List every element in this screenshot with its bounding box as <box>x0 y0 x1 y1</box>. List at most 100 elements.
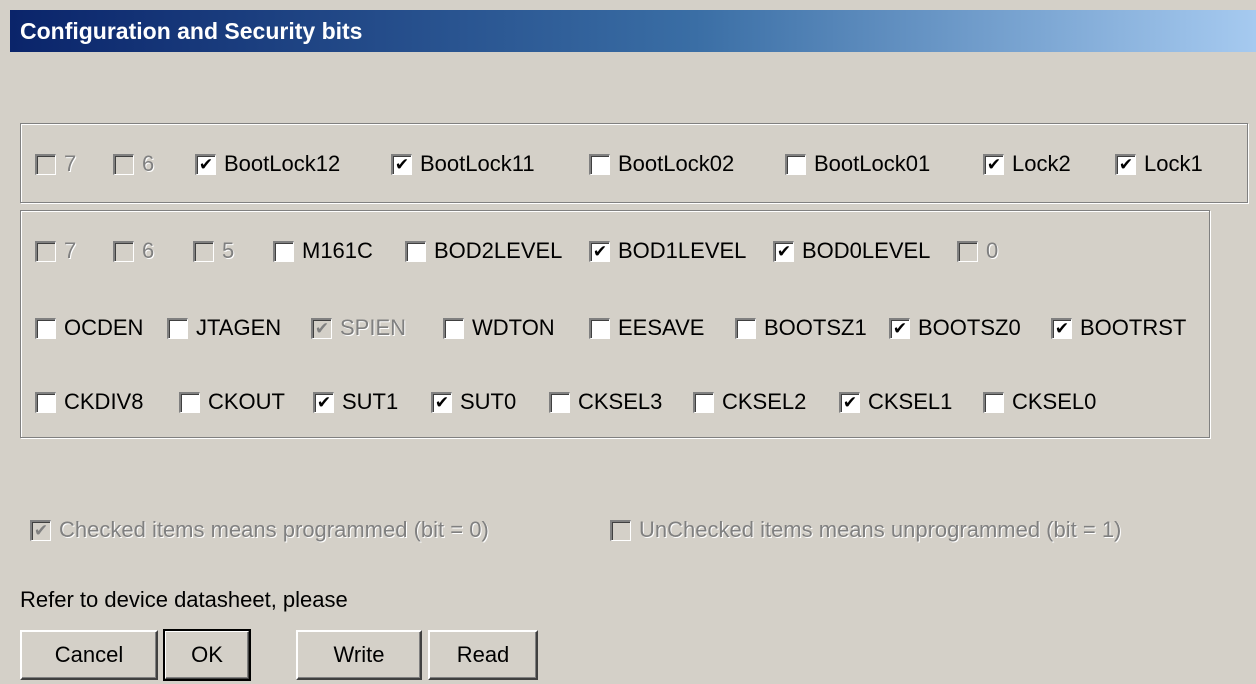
ok-button[interactable]: OK <box>163 629 251 681</box>
checkbox-label: SUT1 <box>342 389 399 414</box>
fuse-bootrst[interactable]: ✔ BOOTRST <box>1051 315 1186 341</box>
checkbox[interactable] <box>589 317 610 339</box>
checkbox-label: OCDEN <box>64 315 144 340</box>
checkbox <box>113 153 134 175</box>
fuse-row-high: OCDEN JTAGEN ✔ SPIEN WDTON EESAVE BOOTSZ… <box>21 312 1209 344</box>
fuse-spien: ✔ SPIEN <box>311 315 406 341</box>
checkbox: ✔ <box>30 519 51 541</box>
checkbox-label: BOD2LEVEL <box>434 238 563 263</box>
fuse-ckout[interactable]: CKOUT <box>179 389 285 415</box>
checkbox-label: 6 <box>142 238 155 263</box>
fuse-ocden[interactable]: OCDEN <box>35 315 143 341</box>
write-button[interactable]: Write <box>296 630 422 680</box>
checkbox-label: JTAGEN <box>196 315 282 340</box>
checkbox-label: Lock2 <box>1012 151 1071 176</box>
checkbox[interactable]: ✔ <box>1115 153 1136 175</box>
fuse-bod1level[interactable]: ✔ BOD1LEVEL <box>589 238 746 264</box>
lockbit-bootlock01[interactable]: BootLock01 <box>785 151 930 177</box>
check-mark-icon: ✔ <box>316 393 332 412</box>
legend-checked-label: Checked items means programmed (bit = 0) <box>59 517 489 542</box>
checkbox-label: M161C <box>302 238 373 263</box>
checkbox-label: BootLock02 <box>618 151 735 176</box>
lockbit-lock1[interactable]: ✔ Lock1 <box>1115 151 1203 177</box>
lock-bits-row: 7 6 ✔ BootLock12 ✔ BootLock11 BootLock02… <box>21 148 1247 180</box>
checkbox-label: SUT0 <box>460 389 517 414</box>
fuse-sut0[interactable]: ✔ SUT0 <box>431 389 516 415</box>
checkbox[interactable]: ✔ <box>589 240 610 262</box>
fuse-row-low: CKDIV8 CKOUT ✔ SUT1 ✔ SUT0 CKSEL3 CKSEL2… <box>21 386 1209 418</box>
window-title-bar[interactable]: Configuration and Security bits <box>10 10 1256 52</box>
lockbit-7: 7 <box>35 151 76 177</box>
fuse-bits-group: 7 6 5 M161C BOD2LEVEL ✔ BOD1LEVEL ✔ BOD0… <box>20 210 1210 438</box>
checkbox[interactable] <box>405 240 426 262</box>
checkbox-label: CKSEL3 <box>578 389 663 414</box>
check-mark-icon: ✔ <box>1054 319 1070 338</box>
checkbox <box>957 240 978 262</box>
lockbit-6: 6 <box>113 151 154 177</box>
checkbox <box>35 240 56 262</box>
fuse-bod2level[interactable]: BOD2LEVEL <box>405 238 562 264</box>
checkbox <box>193 240 214 262</box>
check-mark-icon: ✔ <box>1118 155 1134 174</box>
checkbox[interactable] <box>167 317 188 339</box>
checkbox-label: EESAVE <box>618 315 705 340</box>
checkbox-label: 0 <box>986 238 999 263</box>
lockbit-lock2[interactable]: ✔ Lock2 <box>983 151 1071 177</box>
checkbox[interactable]: ✔ <box>391 153 412 175</box>
fuse-cksel1[interactable]: ✔ CKSEL1 <box>839 389 952 415</box>
checkbox-label: BOD0LEVEL <box>802 238 931 263</box>
checkbox[interactable]: ✔ <box>839 391 860 413</box>
fuse-jtagen[interactable]: JTAGEN <box>167 315 281 341</box>
checkbox[interactable] <box>273 240 294 262</box>
fuse-cksel3[interactable]: CKSEL3 <box>549 389 662 415</box>
fuse-wdton[interactable]: WDTON <box>443 315 555 341</box>
lockbit-bootlock02[interactable]: BootLock02 <box>589 151 734 177</box>
lockbit-bootlock12[interactable]: ✔ BootLock12 <box>195 151 340 177</box>
checkbox-label: 6 <box>142 151 155 176</box>
checkbox <box>35 153 56 175</box>
checkbox-label: CKDIV8 <box>64 389 144 414</box>
checkbox-label: 7 <box>64 238 77 263</box>
fuse-bootsz0[interactable]: ✔ BOOTSZ0 <box>889 315 1021 341</box>
fuse-bit-0: 0 <box>957 238 998 264</box>
check-mark-icon: ✔ <box>842 393 858 412</box>
checkbox: ✔ <box>311 317 332 339</box>
fuse-eesave[interactable]: EESAVE <box>589 315 704 341</box>
fuse-ckdiv8[interactable]: CKDIV8 <box>35 389 143 415</box>
check-mark-icon: ✔ <box>892 319 908 338</box>
checkbox[interactable]: ✔ <box>773 240 794 262</box>
checkbox-label: CKSEL2 <box>722 389 807 414</box>
checkbox-label: 7 <box>64 151 77 176</box>
fuse-bod0level[interactable]: ✔ BOD0LEVEL <box>773 238 930 264</box>
fuse-cksel0[interactable]: CKSEL0 <box>983 389 1096 415</box>
checkbox[interactable] <box>443 317 464 339</box>
cancel-button[interactable]: Cancel <box>20 630 158 680</box>
legend-checked: ✔ Checked items means programmed (bit = … <box>30 517 489 543</box>
checkbox[interactable] <box>693 391 714 413</box>
fuse-row-extended: 7 6 5 M161C BOD2LEVEL ✔ BOD1LEVEL ✔ BOD0… <box>21 235 1209 267</box>
checkbox[interactable] <box>983 391 1004 413</box>
checkbox[interactable]: ✔ <box>1051 317 1072 339</box>
fuse-bootsz1[interactable]: BOOTSZ1 <box>735 315 867 341</box>
checkbox[interactable]: ✔ <box>313 391 334 413</box>
checkbox[interactable] <box>785 153 806 175</box>
checkbox[interactable] <box>35 391 56 413</box>
checkbox-label: BootLock01 <box>814 151 931 176</box>
lockbit-bootlock11[interactable]: ✔ BootLock11 <box>391 151 535 177</box>
checkbox-label: BOOTRST <box>1080 315 1187 340</box>
checkbox[interactable] <box>549 391 570 413</box>
checkbox[interactable] <box>179 391 200 413</box>
fuse-cksel2[interactable]: CKSEL2 <box>693 389 806 415</box>
checkbox[interactable]: ✔ <box>431 391 452 413</box>
read-button[interactable]: Read <box>428 630 538 680</box>
checkbox[interactable]: ✔ <box>889 317 910 339</box>
fuse-sut1[interactable]: ✔ SUT1 <box>313 389 398 415</box>
checkbox[interactable]: ✔ <box>983 153 1004 175</box>
checkbox[interactable] <box>35 317 56 339</box>
checkbox-label: CKOUT <box>208 389 285 414</box>
fuse-m161c[interactable]: M161C <box>273 238 373 264</box>
checkbox[interactable] <box>735 317 756 339</box>
checkbox[interactable]: ✔ <box>195 153 216 175</box>
checkbox[interactable] <box>589 153 610 175</box>
legend-unchecked-label: UnChecked items means unprogrammed (bit … <box>639 517 1122 542</box>
